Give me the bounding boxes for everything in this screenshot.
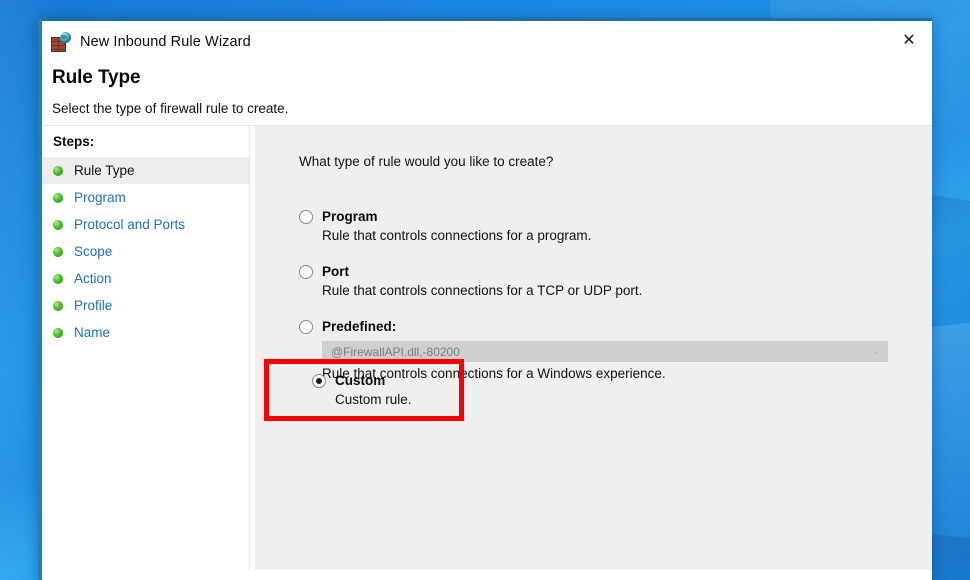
option-port-label: Port: [322, 264, 349, 279]
radio-custom[interactable]: [312, 373, 326, 388]
title-bar: New Inbound Rule Wizard ✕: [42, 21, 932, 63]
globe-icon: [60, 32, 71, 43]
predefined-rule-select-value: @FirewallAPI.dll,-80200: [331, 344, 460, 359]
option-port-description: Rule that controls connections for a TCP…: [322, 283, 643, 298]
firewall-brick-globe-icon: [51, 32, 71, 52]
option-custom-description: Custom rule.: [335, 392, 412, 407]
dialog-body: Steps: Rule Type Program Protocol and Po…: [42, 126, 932, 570]
sidebar-item-scope[interactable]: Scope: [42, 238, 249, 265]
sidebar-item-label: Action: [74, 271, 112, 286]
step-bullet-icon: [53, 273, 63, 284]
step-bullet-icon: [53, 219, 63, 230]
radio-port[interactable]: [299, 264, 313, 279]
option-port-head[interactable]: Port: [299, 264, 932, 279]
sidebar-item-label: Name: [74, 325, 111, 340]
step-bullet-icon: [53, 165, 63, 176]
new-inbound-rule-wizard-dialog: New Inbound Rule Wizard ✕ Rule Type Sele…: [38, 18, 932, 580]
rule-type-question: What type of rule would you like to crea…: [299, 154, 554, 169]
option-custom[interactable]: Custom Custom rule.: [269, 364, 459, 407]
custom-option-highlight-box: Custom Custom rule.: [264, 359, 464, 421]
sidebar-item-label: Rule Type: [74, 163, 135, 178]
step-bullet-icon: [53, 192, 63, 203]
option-program-label: Program: [322, 209, 378, 224]
close-icon[interactable]: ✕: [886, 21, 932, 61]
sidebar-item-name[interactable]: Name: [42, 319, 249, 346]
sidebar-item-program[interactable]: Program: [42, 184, 249, 211]
step-bullet-icon: [53, 300, 63, 311]
sidebar-item-label: Program: [74, 190, 126, 205]
chevron-down-icon: ⌄: [872, 346, 880, 356]
page-subtitle: Select the type of firewall rule to crea…: [52, 101, 289, 116]
sidebar-item-label: Scope: [74, 244, 113, 259]
step-bullet-icon: [53, 246, 63, 257]
sidebar-item-profile[interactable]: Profile: [42, 292, 249, 319]
page-title: Rule Type: [52, 67, 141, 88]
steps-sidebar: Steps: Rule Type Program Protocol and Po…: [42, 126, 250, 570]
option-program-head[interactable]: Program: [299, 209, 932, 224]
content-pane: What type of rule would you like to crea…: [255, 126, 932, 570]
option-custom-head[interactable]: Custom: [312, 373, 459, 388]
page-header: Rule Type Select the type of firewall ru…: [42, 63, 932, 116]
sidebar-item-label: Protocol and Ports: [74, 217, 186, 232]
window-title: New Inbound Rule Wizard: [80, 34, 251, 50]
option-predefined-label: Predefined:: [322, 319, 397, 334]
option-custom-label: Custom: [335, 373, 386, 388]
screen: New Inbound Rule Wizard ✕ Rule Type Sele…: [0, 0, 970, 580]
option-port[interactable]: Port Rule that controls connections for …: [299, 264, 932, 298]
step-bullet-icon: [53, 327, 63, 338]
option-program[interactable]: Program Rule that controls connections f…: [299, 209, 932, 243]
sidebar-item-rule-type[interactable]: Rule Type: [42, 157, 249, 184]
steps-title: Steps:: [53, 134, 95, 149]
radio-predefined[interactable]: [299, 319, 313, 334]
option-predefined-head[interactable]: Predefined:: [299, 319, 932, 334]
sidebar-item-label: Profile: [74, 298, 113, 313]
option-program-description: Rule that controls connections for a pro…: [322, 228, 592, 243]
sidebar-item-protocol-and-ports[interactable]: Protocol and Ports: [42, 211, 249, 238]
radio-program[interactable]: [299, 209, 313, 224]
sidebar-item-action[interactable]: Action: [42, 265, 249, 292]
